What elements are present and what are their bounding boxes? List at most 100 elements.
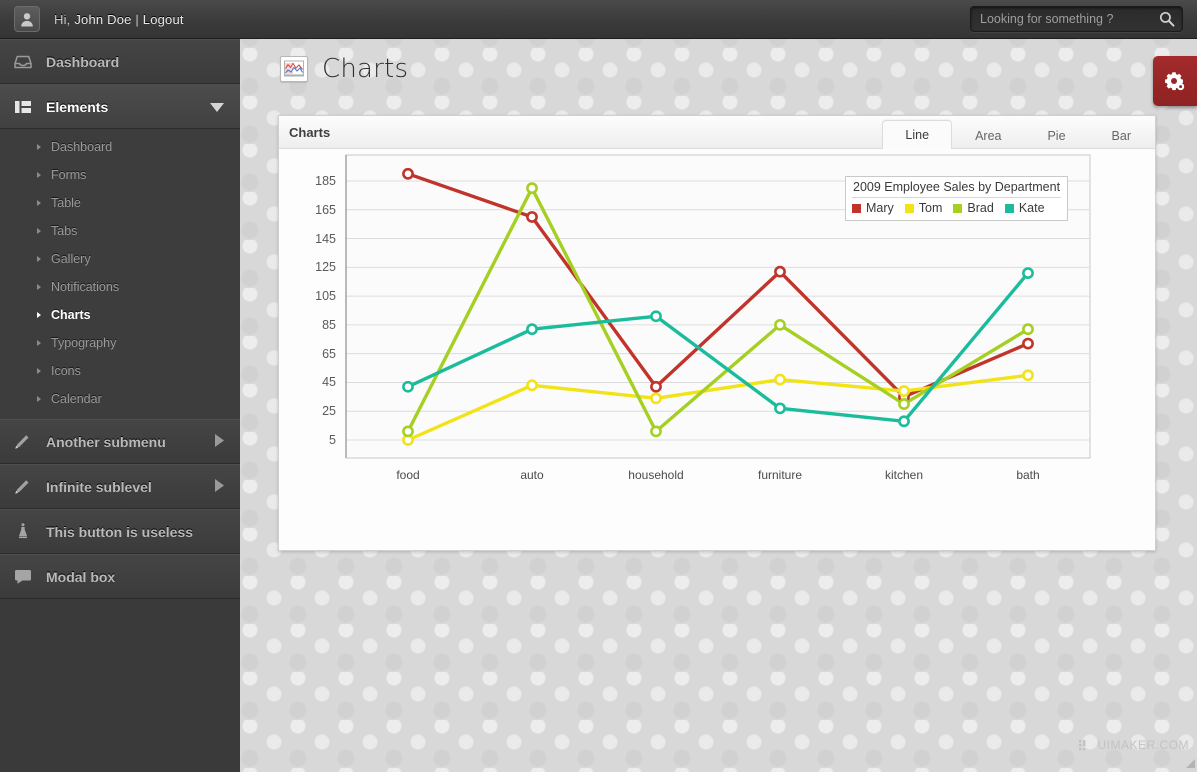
sidebar-item-another-submenu[interactable]: Another submenu	[0, 419, 240, 464]
chevron-right-icon[interactable]	[215, 433, 224, 450]
sidebar-item-label: Infinite sublevel	[46, 478, 152, 495]
y-axis-tick-label: 45	[322, 375, 336, 390]
layout-icon	[0, 100, 46, 114]
page-title: Charts	[322, 54, 409, 84]
sidebar-item-label: This button is useless	[46, 523, 194, 540]
sidebar-item-elements[interactable]: Elements	[0, 84, 240, 129]
sidebar-item-useless-button[interactable]: This button is useless	[0, 509, 240, 554]
x-axis-tick-label: bath	[1016, 468, 1040, 482]
sidebar-item-label: Dashboard	[46, 53, 120, 70]
sidebar-subitem-calendar[interactable]: Calendar	[0, 385, 240, 413]
sidebar: Dashboard Elements Dashboard Forms Table	[0, 39, 240, 772]
resize-corner[interactable]	[1186, 759, 1195, 768]
chevron-right-icon[interactable]	[215, 478, 224, 495]
tab-line[interactable]: Line	[882, 120, 953, 149]
sidebar-subitem-label: Calendar	[51, 392, 102, 406]
chart-legend-items: Mary Tom Brad Kate	[852, 196, 1062, 217]
user-icon	[21, 12, 33, 26]
caret-right-icon	[37, 396, 41, 402]
chevron-down-icon[interactable]	[210, 99, 224, 115]
chart-legend: 2009 Employee Sales by Department Mary T…	[845, 176, 1069, 221]
y-axis-tick-label: 85	[322, 317, 336, 332]
x-axis-tick-label: auto	[520, 468, 544, 482]
legend-label: Mary	[866, 200, 894, 215]
watermark: UIMAKER.COM	[1079, 738, 1189, 752]
sidebar-item-label: Modal box	[46, 568, 116, 585]
legend-entry-kate[interactable]: Kate	[1004, 200, 1045, 217]
y-axis-tick-label: 25	[322, 404, 336, 419]
tab-pie[interactable]: Pie	[1024, 122, 1088, 148]
greeting: Hi, John Doe | Logout	[54, 12, 184, 27]
x-axis-tick-label: food	[396, 468, 420, 482]
sidebar-subitem-label: Icons	[51, 364, 81, 378]
sidebar-subitem-forms[interactable]: Forms	[0, 161, 240, 189]
gear-icon	[1165, 72, 1185, 91]
caret-right-icon	[37, 340, 41, 346]
legend-swatch-mary	[852, 203, 861, 213]
pin-icon	[0, 523, 46, 540]
legend-entry-tom[interactable]: Tom	[904, 200, 943, 217]
sidebar-subitem-charts[interactable]: Charts	[0, 301, 240, 329]
caret-right-icon	[37, 312, 41, 318]
tab-bar[interactable]: Bar	[1089, 122, 1154, 148]
search-input[interactable]	[970, 6, 1183, 32]
y-axis-tick-label: 65	[322, 346, 336, 361]
settings-button[interactable]	[1153, 56, 1197, 106]
legend-swatch-tom	[904, 203, 914, 213]
tab-area[interactable]: Area	[952, 122, 1024, 148]
main-content: Charts Charts Line Area Pie Bar 2009 Emp…	[240, 39, 1197, 772]
uimaker-logo-icon	[1079, 739, 1086, 750]
y-axis-tick-label: 125	[315, 260, 336, 275]
sidebar-subitem-table[interactable]: Table	[0, 189, 240, 217]
sidebar-subitem-label: Forms	[51, 168, 87, 182]
comment-icon	[0, 569, 46, 584]
sidebar-item-dashboard[interactable]: Dashboard	[0, 39, 240, 84]
panel-title: Charts	[289, 124, 331, 140]
search-container	[970, 6, 1183, 32]
legend-label: Kate	[1018, 200, 1045, 215]
panel-header: Charts Line Area Pie Bar	[279, 116, 1155, 149]
sidebar-item-infinite-sublevel[interactable]: Infinite sublevel	[0, 464, 240, 509]
caret-right-icon	[37, 228, 41, 234]
x-axis-tick-label: furniture	[757, 468, 803, 482]
sidebar-subitem-dashboard[interactable]: Dashboard	[0, 133, 240, 161]
logout-link[interactable]: Logout	[143, 12, 184, 27]
caret-right-icon	[37, 368, 41, 374]
y-axis-tick-label: 165	[315, 202, 336, 217]
charts-panel: Charts Line Area Pie Bar 2009 Employee S…	[278, 115, 1156, 551]
sidebar-item-modal-box[interactable]: Modal box	[0, 554, 240, 599]
caret-right-icon	[37, 172, 41, 178]
sidebar-subitem-label: Table	[51, 196, 81, 210]
inbox-icon	[0, 55, 46, 69]
sidebar-subitem-label: Typography	[51, 336, 117, 350]
x-axis-tick-label: household	[628, 468, 684, 482]
sidebar-item-label: Another submenu	[46, 433, 166, 450]
sidebar-subitem-label: Tabs	[51, 224, 78, 238]
y-axis-tick-label: 185	[315, 174, 336, 188]
user-name: John Doe	[74, 11, 132, 27]
chart-area: 2009 Employee Sales by Department Mary T…	[279, 150, 1155, 550]
legend-entry-brad[interactable]: Brad	[953, 200, 994, 217]
sidebar-subitem-gallery[interactable]: Gallery	[0, 245, 240, 273]
legend-label: Brad	[967, 200, 994, 215]
sidebar-item-label: Elements	[46, 98, 109, 115]
sidebar-subitem-notifications[interactable]: Notifications	[0, 273, 240, 301]
legend-label: Tom	[918, 200, 943, 215]
chart-icon	[280, 56, 308, 82]
page-header: Charts	[240, 39, 1197, 99]
sidebar-subitem-label: Notifications	[51, 280, 120, 294]
caret-right-icon	[37, 200, 41, 206]
top-bar: Hi, John Doe | Logout	[0, 0, 1197, 39]
chart-legend-title: 2009 Employee Sales by Department	[853, 180, 1061, 194]
sidebar-subitem-icons[interactable]: Icons	[0, 357, 240, 385]
sidebar-subitem-label: Gallery	[51, 252, 91, 266]
avatar[interactable]	[14, 6, 40, 32]
sidebar-subitem-tabs[interactable]: Tabs	[0, 217, 240, 245]
legend-entry-mary[interactable]: Mary	[852, 200, 894, 217]
brush-icon	[0, 479, 46, 495]
legend-swatch-brad	[953, 203, 963, 213]
sidebar-submenu-elements: Dashboard Forms Table Tabs Gallery Notif…	[0, 129, 240, 419]
chart-type-tabs: Line Area Pie Bar	[882, 115, 1154, 149]
sidebar-subitem-label: Charts	[51, 308, 91, 322]
sidebar-subitem-typography[interactable]: Typography	[0, 329, 240, 357]
